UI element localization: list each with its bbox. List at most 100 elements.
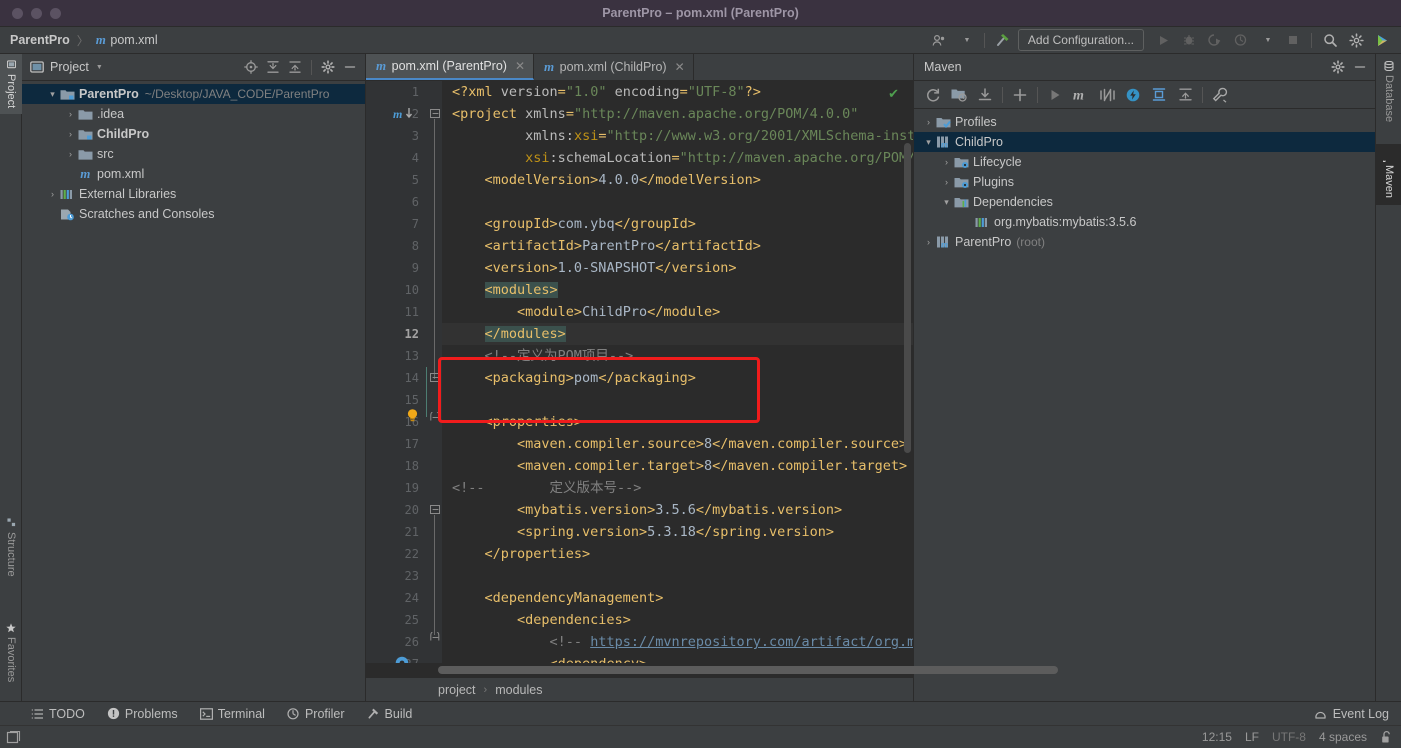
inspection-status-icon[interactable]: ✔: [888, 86, 899, 102]
maven-node-mybatis[interactable]: org.mybatis:mybatis:3.5.6: [914, 212, 1375, 232]
fold-marker-line22-end[interactable]: [429, 632, 441, 644]
tree-node-parentpro[interactable]: ▾ ParentPro ~/Desktop/JAVA_CODE/ParentPr…: [22, 84, 365, 104]
tool-bar-item-profiler[interactable]: Profiler: [276, 707, 356, 721]
chevron-down-icon[interactable]: ▾: [46, 89, 59, 100]
tab-pom-parentpro[interactable]: m pom.xml (ParentPro) ✕: [366, 54, 534, 80]
close-window-button[interactable]: [12, 7, 23, 19]
tree-node-scratches[interactable]: Scratches and Consoles: [22, 204, 365, 224]
add-configuration-button[interactable]: Add Configuration...: [1017, 29, 1144, 51]
close-icon[interactable]: ✕: [675, 60, 685, 74]
maven-node-dependencies[interactable]: ▾ Dependencies: [914, 192, 1375, 212]
fold-marker-line10[interactable]: [429, 372, 441, 384]
editor-vertical-scrollbar[interactable]: [904, 143, 911, 453]
chevron-right-icon[interactable]: ›: [64, 129, 77, 139]
chevron-right-icon[interactable]: ›: [940, 157, 953, 167]
hammer-build-icon[interactable]: [990, 29, 1016, 51]
minimize-icon[interactable]: [1349, 56, 1371, 78]
indent-setting[interactable]: 4 spaces: [1319, 730, 1367, 744]
maven-node-profiles[interactable]: › Profiles: [914, 112, 1375, 132]
add-icon[interactable]: [1007, 83, 1033, 107]
fold-marker-line16[interactable]: [429, 504, 441, 516]
gear-icon[interactable]: [1343, 29, 1369, 51]
editor-gutter[interactable]: 1 2 3 4 5 6 7 8 9 10 11 12 13 14 15 16 1: [366, 81, 428, 663]
close-icon[interactable]: ✕: [515, 59, 525, 73]
download-sources-icon[interactable]: [972, 83, 998, 107]
chevron-right-icon[interactable]: ›: [940, 177, 953, 187]
run-icon[interactable]: [1150, 29, 1176, 51]
breadcrumb-item-modules[interactable]: modules: [495, 683, 542, 697]
tool-bar-item-problems[interactable]: Problems: [96, 707, 189, 721]
breadcrumb-project[interactable]: ParentPro: [10, 33, 70, 47]
run-icon[interactable]: [1042, 83, 1068, 107]
caret-position[interactable]: 12:15: [1202, 730, 1232, 744]
editor-horizontal-scrollbar[interactable]: [438, 666, 1058, 674]
execute-goal-icon[interactable]: [1120, 83, 1146, 107]
chevron-right-icon[interactable]: ›: [64, 149, 77, 159]
chevron-right-icon[interactable]: ›: [922, 237, 935, 247]
gear-icon[interactable]: [1327, 56, 1349, 78]
updates-icon[interactable]: [1369, 29, 1395, 51]
zoom-window-button[interactable]: [50, 7, 61, 19]
toggle-skip-tests-icon[interactable]: [1094, 83, 1120, 107]
breadcrumb-item-project[interactable]: project: [438, 683, 476, 697]
chevron-down-icon[interactable]: ▼: [953, 29, 979, 51]
sidebar-item-maven[interactable]: m Maven: [1376, 144, 1401, 206]
settings-wrench-icon[interactable]: [1207, 83, 1233, 107]
line-separator[interactable]: LF: [1245, 730, 1259, 744]
gear-icon[interactable]: [317, 56, 339, 78]
expand-all-icon[interactable]: [1146, 83, 1172, 107]
code-editor[interactable]: 1 2 3 4 5 6 7 8 9 10 11 12 13 14 15 16 1: [366, 81, 913, 663]
event-log-group[interactable]: Event Log: [1314, 707, 1401, 721]
download-dependency-icon[interactable]: [394, 655, 412, 663]
stop-icon[interactable]: [1280, 29, 1306, 51]
maven-node-childpro[interactable]: ▾ m ChildPro: [914, 132, 1375, 152]
chevron-down-icon[interactable]: ▾: [940, 197, 953, 208]
collapse-all-icon[interactable]: [1172, 83, 1198, 107]
maven-tree[interactable]: › Profiles ▾ m ChildPro › Lifecycle › Pl…: [914, 109, 1375, 701]
collapse-all-icon[interactable]: [284, 56, 306, 78]
maven-node-plugins[interactable]: › Plugins: [914, 172, 1375, 192]
maven-node-lifecycle[interactable]: › Lifecycle: [914, 152, 1375, 172]
fold-marker-line2[interactable]: [429, 108, 441, 120]
expand-all-icon[interactable]: [262, 56, 284, 78]
generate-sources-icon[interactable]: [946, 83, 972, 107]
folding-strip[interactable]: [426, 81, 442, 663]
breadcrumb-file[interactable]: m pom.xml: [96, 32, 158, 48]
tool-bar-item-todo[interactable]: TODO: [20, 707, 96, 721]
minimize-icon[interactable]: [339, 56, 361, 78]
minimize-window-button[interactable]: [31, 7, 42, 19]
tool-bar-item-build[interactable]: Build: [356, 707, 424, 721]
unlocked-icon[interactable]: [1380, 730, 1393, 744]
tree-node-external-libraries[interactable]: › External Libraries: [22, 184, 365, 204]
debug-icon[interactable]: [1176, 29, 1202, 51]
run-coverage-icon[interactable]: [1202, 29, 1228, 51]
toggle-toolwindows-icon[interactable]: [6, 730, 21, 745]
code-text-area[interactable]: <?xml version="1.0" encoding="UTF-8"?> <…: [442, 81, 913, 663]
maven-node-parentpro[interactable]: › m ParentPro (root): [914, 232, 1375, 252]
sidebar-item-favorites[interactable]: Favorites: [0, 617, 22, 688]
chevron-right-icon[interactable]: ›: [46, 189, 59, 199]
search-icon[interactable]: [1317, 29, 1343, 51]
project-tree[interactable]: ▾ ParentPro ~/Desktop/JAVA_CODE/ParentPr…: [22, 81, 365, 701]
user-avatar-icon[interactable]: [927, 29, 953, 51]
sidebar-item-structure[interactable]: Structure: [0, 512, 22, 583]
chevron-down-icon[interactable]: ▾: [922, 137, 935, 148]
maven-goal-icon[interactable]: m: [1068, 83, 1094, 107]
sidebar-item-project[interactable]: Project: [0, 54, 22, 115]
file-encoding[interactable]: UTF-8: [1272, 730, 1306, 744]
tree-node-childpro[interactable]: › ChildPro: [22, 124, 365, 144]
tree-node-idea[interactable]: › .idea: [22, 104, 365, 124]
chevron-down-icon[interactable]: ▼: [96, 64, 103, 71]
chevron-right-icon[interactable]: ›: [922, 117, 935, 127]
tool-bar-item-terminal[interactable]: Terminal: [189, 707, 276, 721]
reload-icon[interactable]: [920, 83, 946, 107]
chevron-right-icon[interactable]: ›: [64, 109, 77, 119]
fold-marker-line12-end[interactable]: [429, 412, 441, 424]
chevron-down-icon[interactable]: ▼: [1254, 29, 1280, 51]
tab-pom-childpro[interactable]: m pom.xml (ChildPro) ✕: [534, 54, 694, 80]
profile-icon[interactable]: [1228, 29, 1254, 51]
tree-node-src[interactable]: › src: [22, 144, 365, 164]
tree-node-pomxml[interactable]: m pom.xml: [22, 164, 365, 184]
intention-bulb-icon[interactable]: [406, 408, 419, 423]
select-opened-file-icon[interactable]: [240, 56, 262, 78]
